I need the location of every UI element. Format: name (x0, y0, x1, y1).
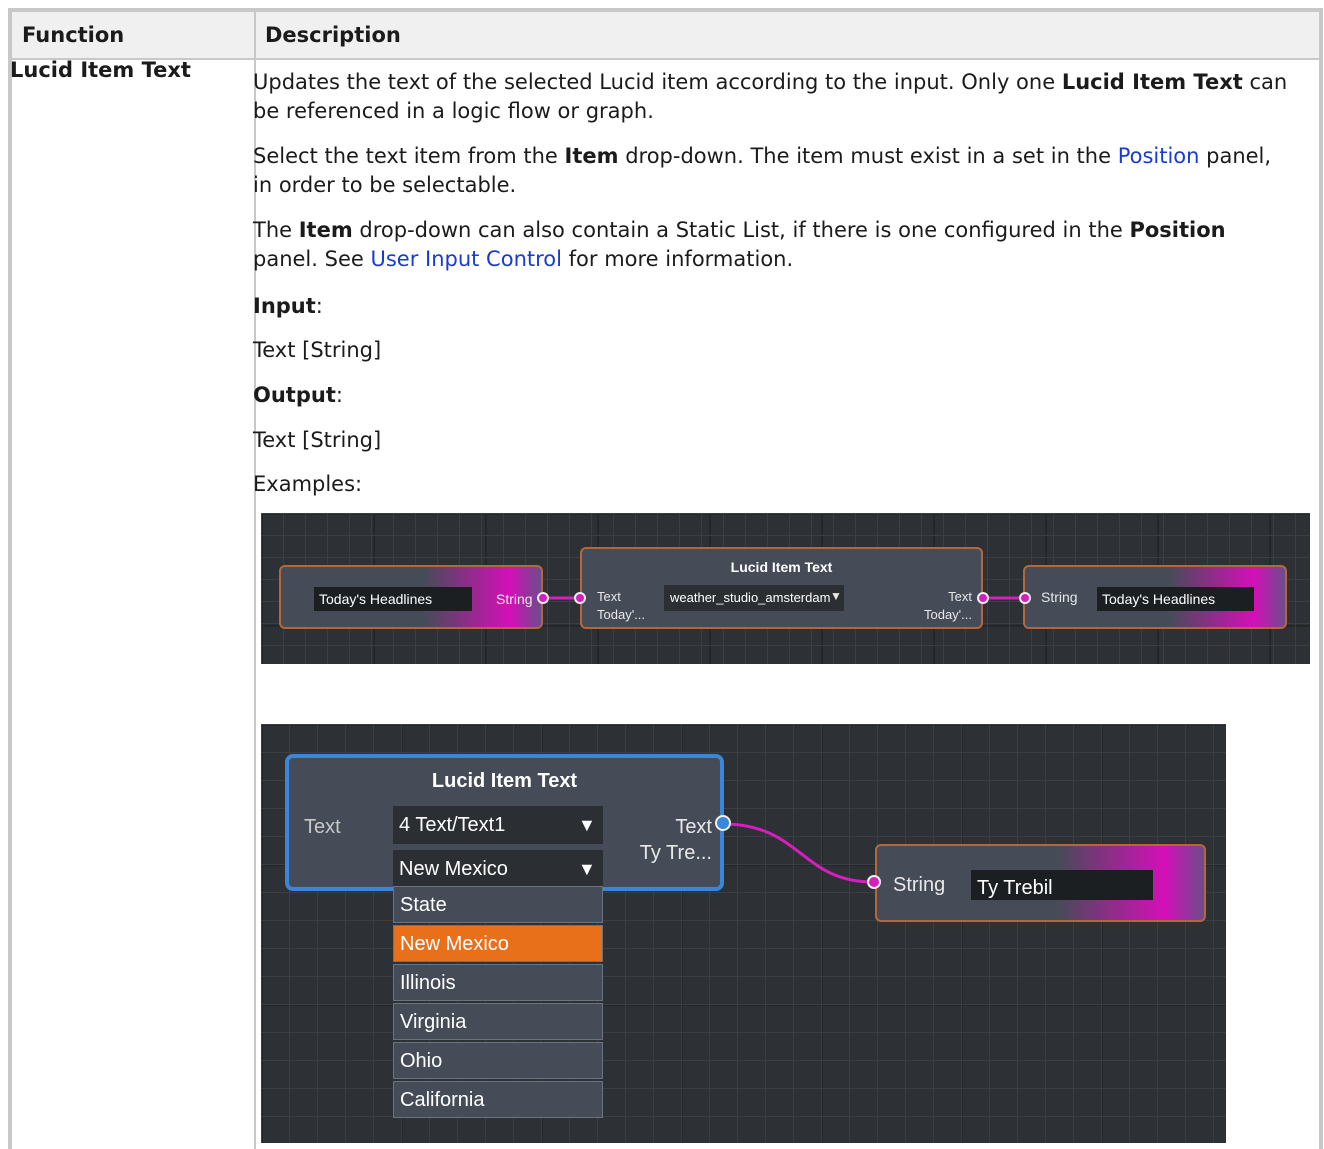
output-value: Ty Tre... (639, 842, 712, 864)
lucid-item-text-node[interactable]: Lucid Item Text Text Today'... weather_s… (580, 547, 983, 629)
input-label: Text (597, 589, 621, 604)
port-label: String (496, 591, 533, 607)
chevron-down-icon[interactable]: ▼ (578, 815, 596, 836)
string-field[interactable]: Ty Trebil (971, 870, 1153, 900)
port-label: String (893, 874, 946, 896)
output-value: Today'... (923, 607, 972, 622)
position-link[interactable]: Position (1118, 144, 1200, 168)
item-dropdown[interactable]: weather_studio_amsterdam (664, 585, 844, 611)
text: panel. See (253, 247, 371, 271)
dropdown-option[interactable]: New Mexico (393, 925, 603, 962)
output-value: Text [String] (253, 428, 382, 452)
dropdown-value: 4 Text/Text1 (399, 814, 506, 836)
output-label: Text (675, 816, 712, 838)
bold-text: Item (298, 218, 353, 242)
input-port[interactable] (574, 592, 586, 604)
lucid-item-text-node[interactable]: Lucid Item Text Text 4 Text/Text1 ▼ New … (285, 754, 724, 891)
desc-paragraph-1: Updates the text of the selected Lucid i… (253, 68, 1293, 126)
text: Updates the text of the selected Lucid i… (253, 70, 1062, 94)
string-field[interactable]: Today's Headlines (314, 587, 472, 611)
node-title: Lucid Item Text (730, 559, 833, 575)
input-label: Input (253, 294, 316, 318)
dropdown-value: weather_studio_amsterdam (670, 590, 831, 605)
output-label: Output (253, 383, 336, 407)
example-graph-1: Today's Headlines String Lucid Item Text… (261, 513, 1310, 664)
bold-text: Lucid Item Text (1061, 70, 1243, 94)
output-label: Text (948, 589, 972, 604)
chevron-down-icon[interactable]: ▼ (578, 859, 596, 880)
item-dropdown[interactable]: 4 Text/Text1 (393, 806, 603, 844)
output-heading: Output: (253, 383, 343, 407)
input-label: Text (304, 816, 341, 838)
desc-paragraph-3: The Item drop-down can also contain a St… (253, 216, 1293, 274)
dropdown-option[interactable]: Virginia (393, 1003, 603, 1040)
chevron-down-icon[interactable]: ▼ (830, 589, 842, 603)
input-value: Text [String] (253, 338, 382, 362)
string-field[interactable]: Today's Headlines (1097, 587, 1254, 611)
text: drop-down can also contain a Static List… (352, 218, 1130, 242)
text: drop-down. The item must exist in a set … (618, 144, 1118, 168)
port-label: String (1041, 589, 1078, 605)
string-node-left[interactable]: Today's Headlines String (279, 565, 543, 629)
examples-label: Examples: (253, 472, 363, 496)
dropdown-option[interactable]: Ohio (393, 1042, 603, 1079)
input-value: Today'... (597, 607, 646, 622)
text: for more information. (561, 247, 794, 271)
string-node[interactable]: String Ty Trebil (875, 844, 1206, 922)
table-header: Function Description (12, 12, 1319, 60)
user-input-control-link[interactable]: User Input Control (370, 247, 562, 271)
input-heading: Input: (253, 294, 323, 318)
input-port[interactable] (1019, 592, 1031, 604)
example-graph-2: Lucid Item Text Text 4 Text/Text1 ▼ New … (261, 724, 1226, 1143)
bold-text: Item (564, 144, 619, 168)
output-port[interactable] (977, 592, 989, 604)
string-node-right[interactable]: String Today's Headlines (1023, 565, 1287, 629)
desc-paragraph-2: Select the text item from the Item drop-… (253, 142, 1293, 200)
text: Select the text item from the (253, 144, 565, 168)
header-description: Description (265, 23, 401, 47)
node-title: Lucid Item Text (431, 770, 578, 792)
output-port[interactable] (537, 592, 549, 604)
output-port[interactable] (715, 815, 731, 831)
static-list-dropdown[interactable]: New Mexico (393, 850, 603, 888)
dropdown-option[interactable]: California (393, 1081, 603, 1118)
dropdown-option[interactable]: State (393, 886, 603, 923)
dropdown-option[interactable]: Illinois (393, 964, 603, 1001)
function-name: Lucid Item Text (10, 58, 191, 82)
input-port[interactable] (867, 875, 881, 889)
dropdown-value: New Mexico (399, 858, 508, 880)
text: The (253, 218, 299, 242)
bold-text: Position (1129, 218, 1226, 242)
header-function: Function (22, 23, 125, 47)
